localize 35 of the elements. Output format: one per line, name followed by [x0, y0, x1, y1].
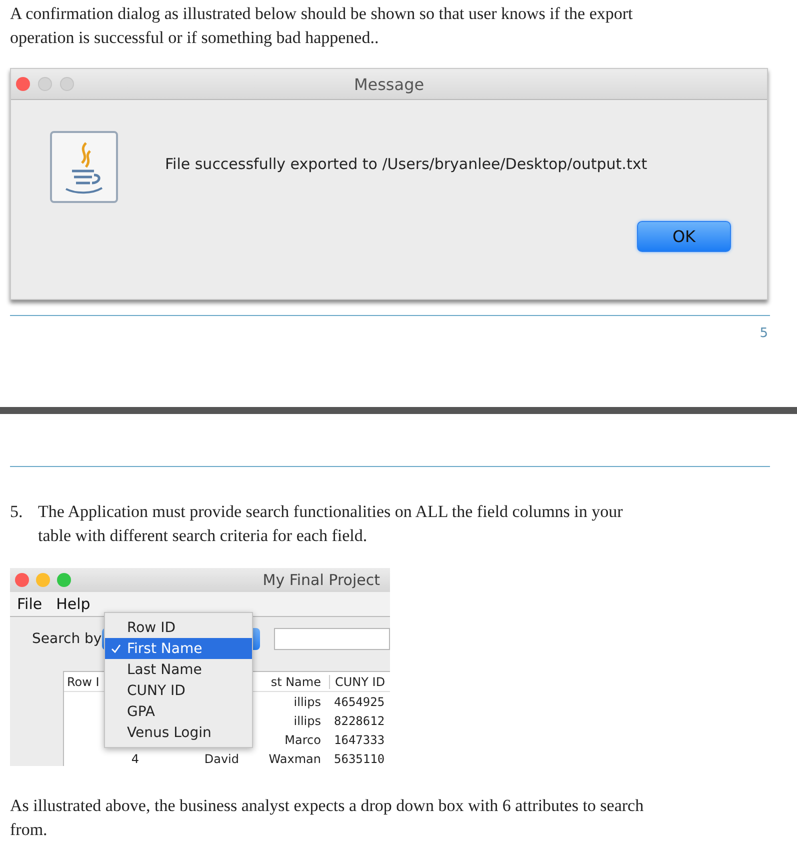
column-header[interactable]: CUNY ID [330, 674, 390, 688]
message-text: File successfully exported to /Users/bryanlee/Desktop/output.txt [165, 155, 648, 173]
paragraph: The Application must provide search functionalities on ALL the field columns in your table with different search criteria for each field. [38, 501, 624, 547]
menu-option[interactable]: GPA [105, 701, 252, 722]
table-cell: 5635110 [334, 752, 385, 766]
close-button[interactable] [15, 573, 29, 587]
paragraph: A confirmation dialog as illustrated below should be shown so that user knows if the export operation is successful or if something bad happened.. [9, 3, 634, 49]
minimize-button[interactable] [38, 77, 52, 91]
table-cell: Marco [284, 732, 321, 746]
table-cell: 1647333 [334, 732, 385, 746]
search-field[interactable] [274, 628, 390, 650]
ok-button[interactable]: OK [637, 221, 731, 252]
menu-option[interactable]: Row ID [105, 617, 252, 638]
zoom-button[interactable] [57, 573, 71, 587]
menu-item[interactable]: Help [56, 595, 90, 613]
table-cell: David [204, 752, 239, 766]
table-cell: illips [294, 694, 321, 708]
close-button[interactable] [16, 77, 30, 91]
table-cell: 4 [131, 752, 139, 766]
menu-item[interactable]: File [17, 595, 42, 613]
table-cell: Waxman [268, 752, 321, 766]
table-cell: illips [294, 714, 321, 728]
list-number: 5. [10, 501, 24, 523]
zoom-button[interactable] [60, 77, 74, 91]
window-title: My Final Project [262, 571, 380, 589]
menu-option[interactable]: First Name [105, 638, 252, 659]
page-number: 5 [758, 326, 769, 341]
minimize-button[interactable] [36, 573, 50, 587]
table-cell: 4654925 [334, 694, 385, 708]
checkmark-icon [111, 644, 121, 654]
coffee-cup-icon [50, 131, 118, 203]
window-title: Message [352, 74, 426, 94]
paragraph: As illustrated above, the business analyst expects a drop down box with 6 attributes to search from. [9, 795, 645, 841]
menu-option[interactable]: Venus Login [105, 722, 252, 743]
table-cell: 8228612 [334, 714, 385, 728]
